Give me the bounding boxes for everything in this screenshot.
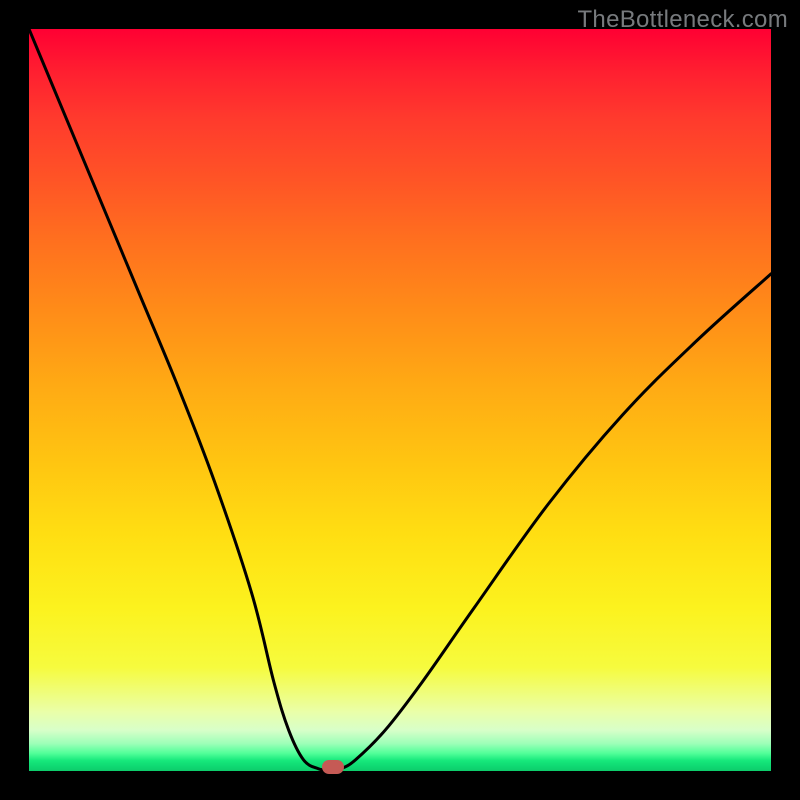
curve-svg	[29, 29, 771, 771]
chart-frame: TheBottleneck.com	[0, 0, 800, 800]
optimal-marker	[322, 760, 344, 774]
bottleneck-curve	[29, 29, 771, 770]
plot-area	[29, 29, 771, 771]
